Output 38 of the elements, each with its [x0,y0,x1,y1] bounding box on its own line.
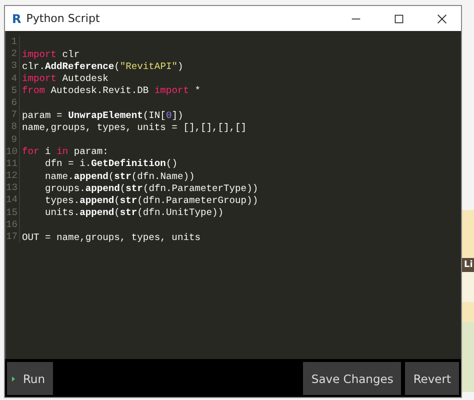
line-number: 5 [6,84,20,97]
revert-button[interactable]: Revert [405,362,459,395]
line-number: 17 [6,231,20,244]
app-logo-icon: R [12,12,22,26]
code-line: from Autodesk.Revit.DB import * [22,85,200,96]
code-line: units.append(str(dfn.UnitType)) [44,207,224,218]
code-line: name,groups, types, units = [],[],[],[] [22,122,247,133]
code-line: dfn = i.GetDefinition() [44,158,178,170]
line-number: 3 [6,60,20,73]
code-line: groups.append(str(dfn.ParameterType)) [44,182,258,194]
line-number: 4 [6,72,20,85]
code-line: import Autodesk [22,73,108,84]
code-line: for i in param: [22,146,108,158]
code-line: clr.AddReference("RevitAPI") [22,60,184,72]
line-number: 9 [6,134,20,146]
run-button[interactable]: Run [7,362,53,395]
maximize-icon[interactable] [394,14,404,24]
line-number: 16 [6,218,20,231]
background-panel-label: Li [462,258,474,272]
line-number: 13 [6,182,20,194]
line-number: 14 [6,194,20,207]
window-title: Python Script [26,12,100,25]
line-number: 15 [6,206,20,219]
line-number: 1 [6,36,20,48]
line-number: 12 [6,170,20,182]
code-line: import clr [22,48,80,60]
line-number: 8 [6,121,20,134]
code-line: types.append(str(dfn.ParameterGroup)) [44,195,258,206]
line-number: 6 [6,96,20,110]
line-number: 2 [6,48,20,60]
code-line: OUT = name,groups, types, units [22,232,200,243]
save-changes-button[interactable]: Save Changes [303,362,402,395]
line-number: 7 [6,109,20,122]
code-line: name.append(str(dfn.Name)) [44,170,195,182]
code-line: param = UnwrapElement(IN[0]) [22,110,184,121]
line-number: 10 [6,146,20,158]
line-number: 11 [6,158,20,170]
close-icon[interactable] [437,14,447,24]
